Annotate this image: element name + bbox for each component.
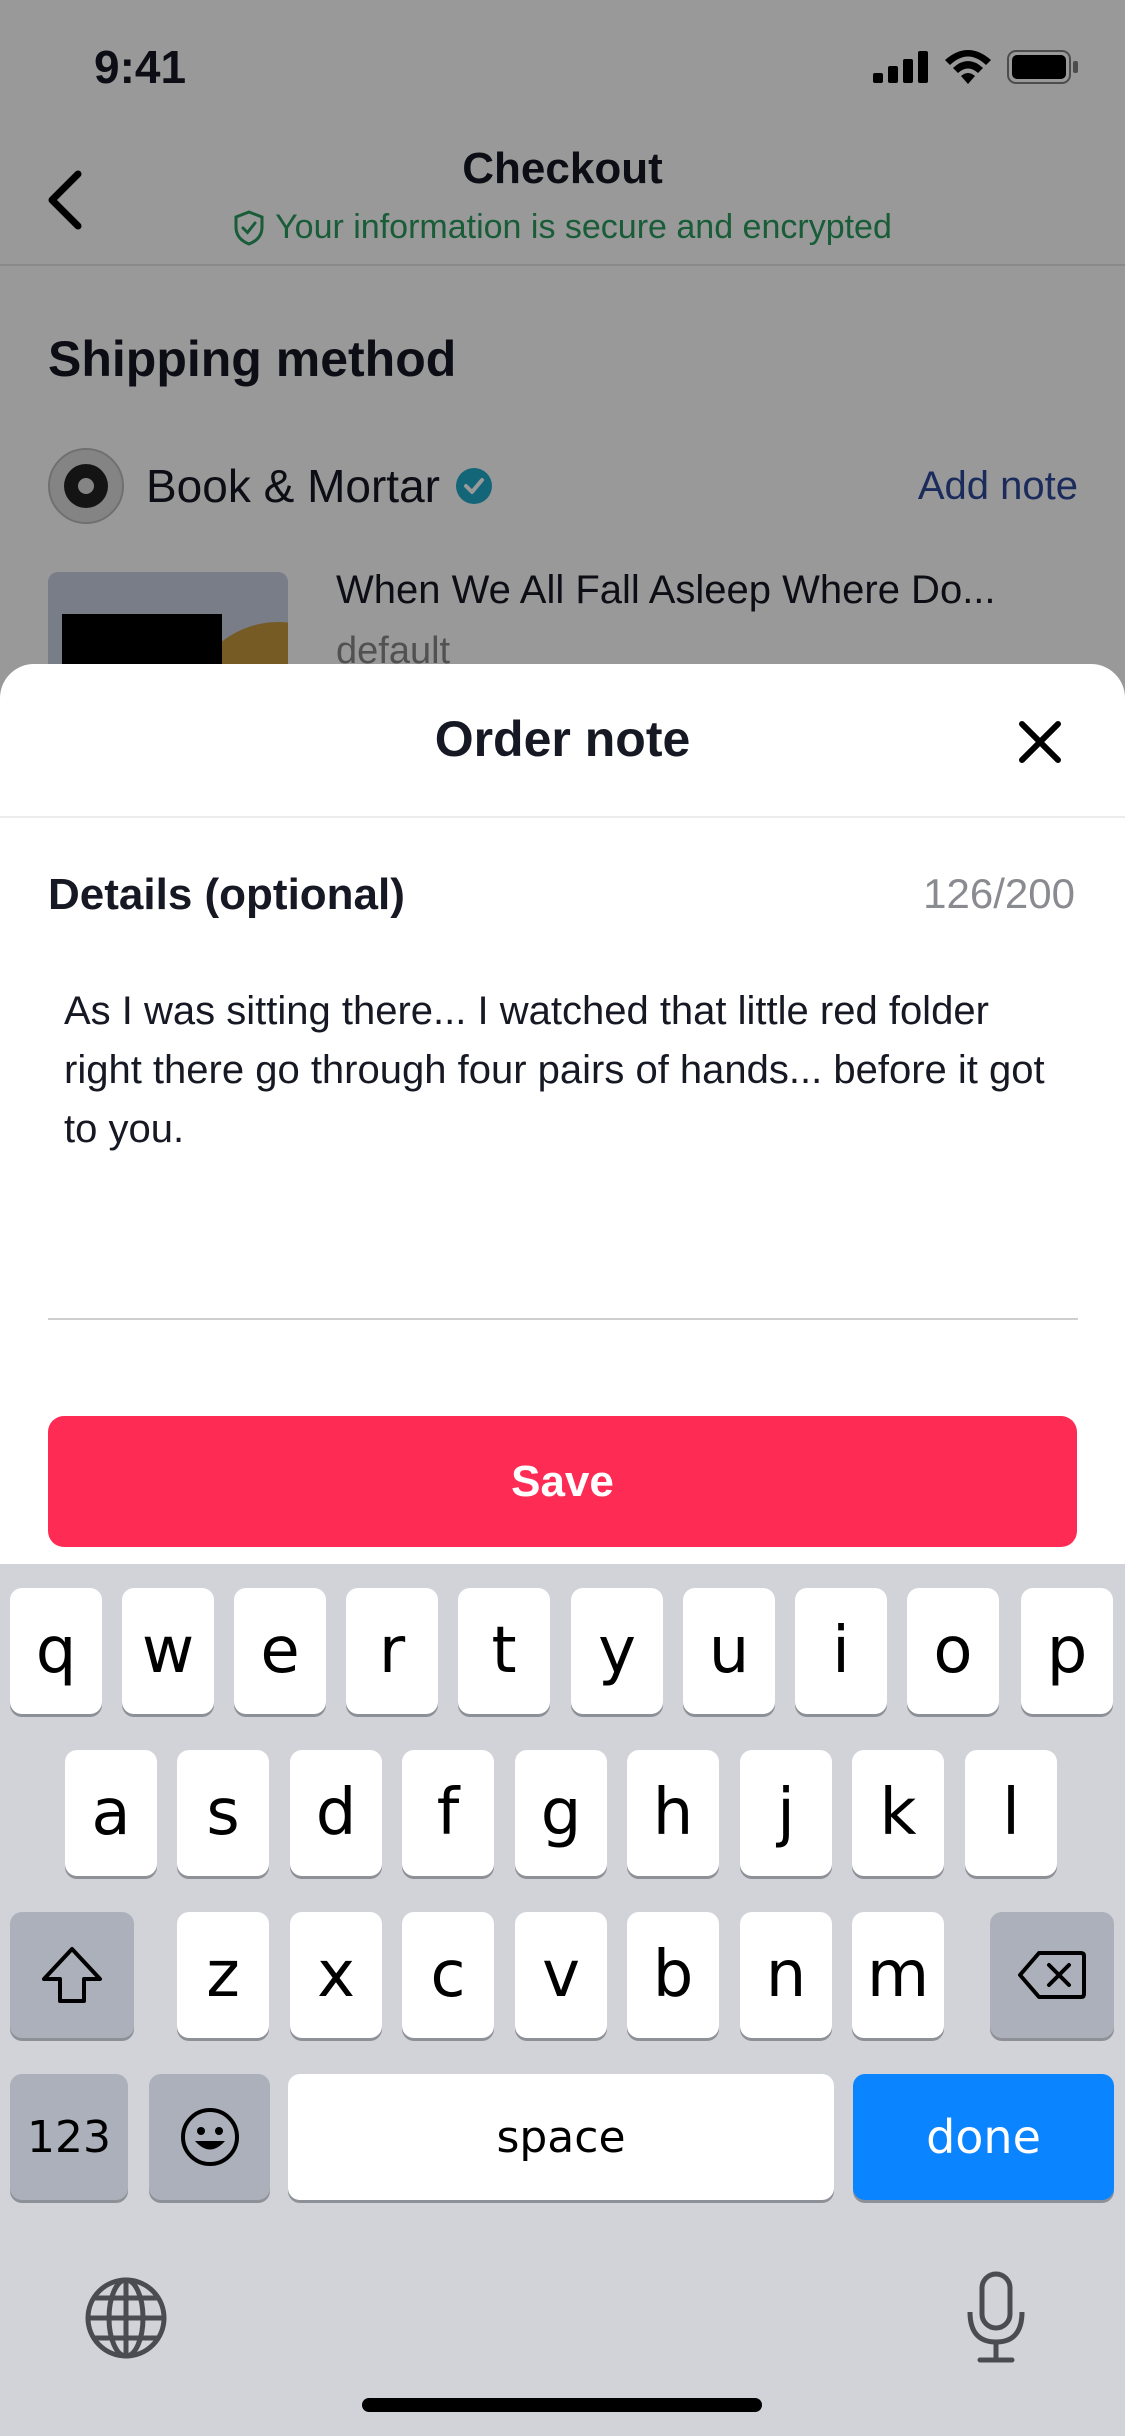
backspace-key[interactable]	[990, 1912, 1114, 2038]
numbers-key[interactable]: 123	[10, 2074, 128, 2200]
key-r[interactable]: r	[346, 1588, 438, 1714]
sheet-header: Order note	[0, 664, 1125, 818]
order-note-textarea[interactable]: As I was sitting there... I watched that…	[64, 982, 1054, 1159]
details-label: Details (optional)	[48, 870, 405, 919]
key-v[interactable]: v	[515, 1912, 607, 2038]
order-note-sheet: Order note Details (optional) 126/200 As…	[0, 664, 1125, 1564]
key-s[interactable]: s	[177, 1750, 269, 1876]
textarea-underline	[48, 1318, 1078, 1320]
key-f[interactable]: f	[402, 1750, 494, 1876]
character-counter: 126/200	[923, 870, 1075, 917]
key-t[interactable]: t	[458, 1588, 550, 1714]
key-d[interactable]: d	[290, 1750, 382, 1876]
key-u[interactable]: u	[683, 1588, 775, 1714]
key-m[interactable]: m	[852, 1912, 944, 2038]
key-w[interactable]: w	[122, 1588, 214, 1714]
sheet-title: Order note	[434, 711, 691, 767]
microphone-icon[interactable]	[964, 2270, 1028, 2366]
key-b[interactable]: b	[627, 1912, 719, 2038]
globe-icon[interactable]	[84, 2276, 168, 2360]
keyboard: q w e r t y u i o p a s d f g h j k l z …	[0, 1564, 1125, 2436]
emoji-icon	[180, 2108, 239, 2166]
key-n[interactable]: n	[740, 1912, 832, 2038]
key-g[interactable]: g	[515, 1750, 607, 1876]
save-button[interactable]: Save	[48, 1416, 1077, 1547]
key-h[interactable]: h	[627, 1750, 719, 1876]
shift-icon	[42, 1947, 102, 2003]
home-indicator[interactable]	[362, 2398, 762, 2412]
key-o[interactable]: o	[907, 1588, 999, 1714]
key-y[interactable]: y	[571, 1588, 663, 1714]
key-a[interactable]: a	[65, 1750, 157, 1876]
key-e[interactable]: e	[234, 1588, 326, 1714]
key-q[interactable]: q	[10, 1588, 102, 1714]
space-key[interactable]: space	[288, 2074, 834, 2200]
shift-key[interactable]	[10, 1912, 134, 2038]
key-z[interactable]: z	[177, 1912, 269, 2038]
backspace-icon	[1018, 1951, 1086, 1999]
key-c[interactable]: c	[402, 1912, 494, 2038]
key-i[interactable]: i	[795, 1588, 887, 1714]
key-l[interactable]: l	[965, 1750, 1057, 1876]
key-j[interactable]: j	[740, 1750, 832, 1876]
key-x[interactable]: x	[290, 1912, 382, 2038]
emoji-key[interactable]	[149, 2074, 270, 2200]
close-icon[interactable]	[1012, 714, 1068, 770]
key-p[interactable]: p	[1021, 1588, 1113, 1714]
done-key[interactable]: done	[853, 2074, 1114, 2200]
key-k[interactable]: k	[852, 1750, 944, 1876]
